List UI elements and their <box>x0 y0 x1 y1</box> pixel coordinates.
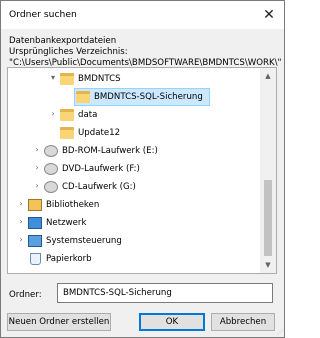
chevron-right-icon[interactable]: › <box>16 217 26 226</box>
folder-field-label: Ordner: <box>9 290 42 300</box>
folder-tree[interactable]: ▾ BMDNTCS BMDNTCS-SQL-Sicherung › data U… <box>7 67 277 274</box>
chevron-right-icon[interactable]: › <box>32 181 42 190</box>
folder-icon <box>76 91 90 103</box>
scroll-up-arrow-icon[interactable]: ▲ <box>260 68 276 84</box>
disc-drive-icon <box>44 145 58 157</box>
description: Datenbankexportdateien Ursprüngliches Ve… <box>9 36 282 69</box>
tree-item-label: data <box>78 110 98 120</box>
chevron-right-icon[interactable]: › <box>32 163 42 172</box>
chevron-right-icon[interactable]: › <box>16 235 26 244</box>
tree-item-label: BMDNTCS-SQL-Sicherung <box>94 92 203 102</box>
vertical-scrollbar[interactable]: ▲ ▼ <box>260 68 276 273</box>
tree-item-control-panel[interactable]: › Systemsteuerung <box>8 232 260 250</box>
tree-item-label: DVD-Laufwerk (F:) <box>62 164 140 174</box>
disc-drive-icon <box>44 181 58 193</box>
tree-item-libraries[interactable]: › Bibliotheken <box>8 196 260 214</box>
tree-item-label: Bibliotheken <box>46 200 100 210</box>
chevron-right-icon[interactable]: › <box>16 199 26 208</box>
tree-item-label: Papierkorb <box>46 254 92 264</box>
tree-item-data[interactable]: › data <box>8 106 260 124</box>
tree-item-label: BD-ROM-Laufwerk (E:) <box>62 146 158 156</box>
folder-icon <box>60 127 74 139</box>
scrollbar-thumb[interactable] <box>264 180 272 256</box>
folder-icon <box>60 109 74 121</box>
tree-item-bmdntcs[interactable]: ▾ BMDNTCS <box>8 70 260 88</box>
tree-item-recycle-bin[interactable]: Papierkorb <box>8 250 260 268</box>
tree-item-label: Netzwerk <box>46 218 87 228</box>
tree-item-label: CD-Laufwerk (G:) <box>62 182 136 192</box>
tree-item-dvd-drive[interactable]: › DVD-Laufwerk (F:) <box>8 160 260 178</box>
chevron-right-icon[interactable]: › <box>32 145 42 154</box>
network-icon <box>28 217 42 229</box>
description-line-2: Ursprüngliches Verzeichnis: <box>9 47 128 57</box>
tree-item-network[interactable]: › Netzwerk <box>8 214 260 232</box>
disc-drive-icon <box>44 163 58 175</box>
recycle-bin-icon <box>30 253 41 265</box>
resize-grip-icon[interactable]: ⋰ <box>277 330 283 336</box>
cancel-button[interactable]: Abbrechen <box>211 313 275 331</box>
dialog-title: Ordner suchen <box>9 9 77 20</box>
new-folder-button[interactable]: Neuen Ordner erstellen <box>7 313 111 331</box>
tree-item-cd-drive[interactable]: › CD-Laufwerk (G:) <box>8 178 260 196</box>
folder-name-input[interactable] <box>57 283 273 303</box>
ok-button[interactable]: OK <box>139 313 205 331</box>
scroll-down-arrow-icon[interactable]: ▼ <box>260 257 276 273</box>
tree-item-update12[interactable]: Update12 <box>8 124 260 142</box>
folder-icon <box>60 73 74 85</box>
tree-item-label: BMDNTCS <box>78 74 121 84</box>
control-panel-icon <box>28 235 42 247</box>
tree-item-bd-rom-drive[interactable]: › BD-ROM-Laufwerk (E:) <box>8 142 260 160</box>
chevron-right-icon[interactable]: › <box>48 109 58 118</box>
close-icon[interactable]: ✕ <box>254 1 284 29</box>
tree-item-label: Systemsteuerung <box>46 236 122 246</box>
libraries-icon <box>28 199 42 211</box>
description-line-1: Datenbankexportdateien <box>9 36 117 46</box>
title-bar: Ordner suchen ✕ <box>1 1 284 29</box>
tree-item-bmdntcs-sql-sicherung[interactable]: BMDNTCS-SQL-Sicherung <box>8 88 260 106</box>
tree-item-label: Update12 <box>78 128 121 138</box>
chevron-down-icon[interactable]: ▾ <box>48 73 58 82</box>
folder-browser-dialog: Ordner suchen ✕ Datenbankexportdateien U… <box>0 0 285 338</box>
